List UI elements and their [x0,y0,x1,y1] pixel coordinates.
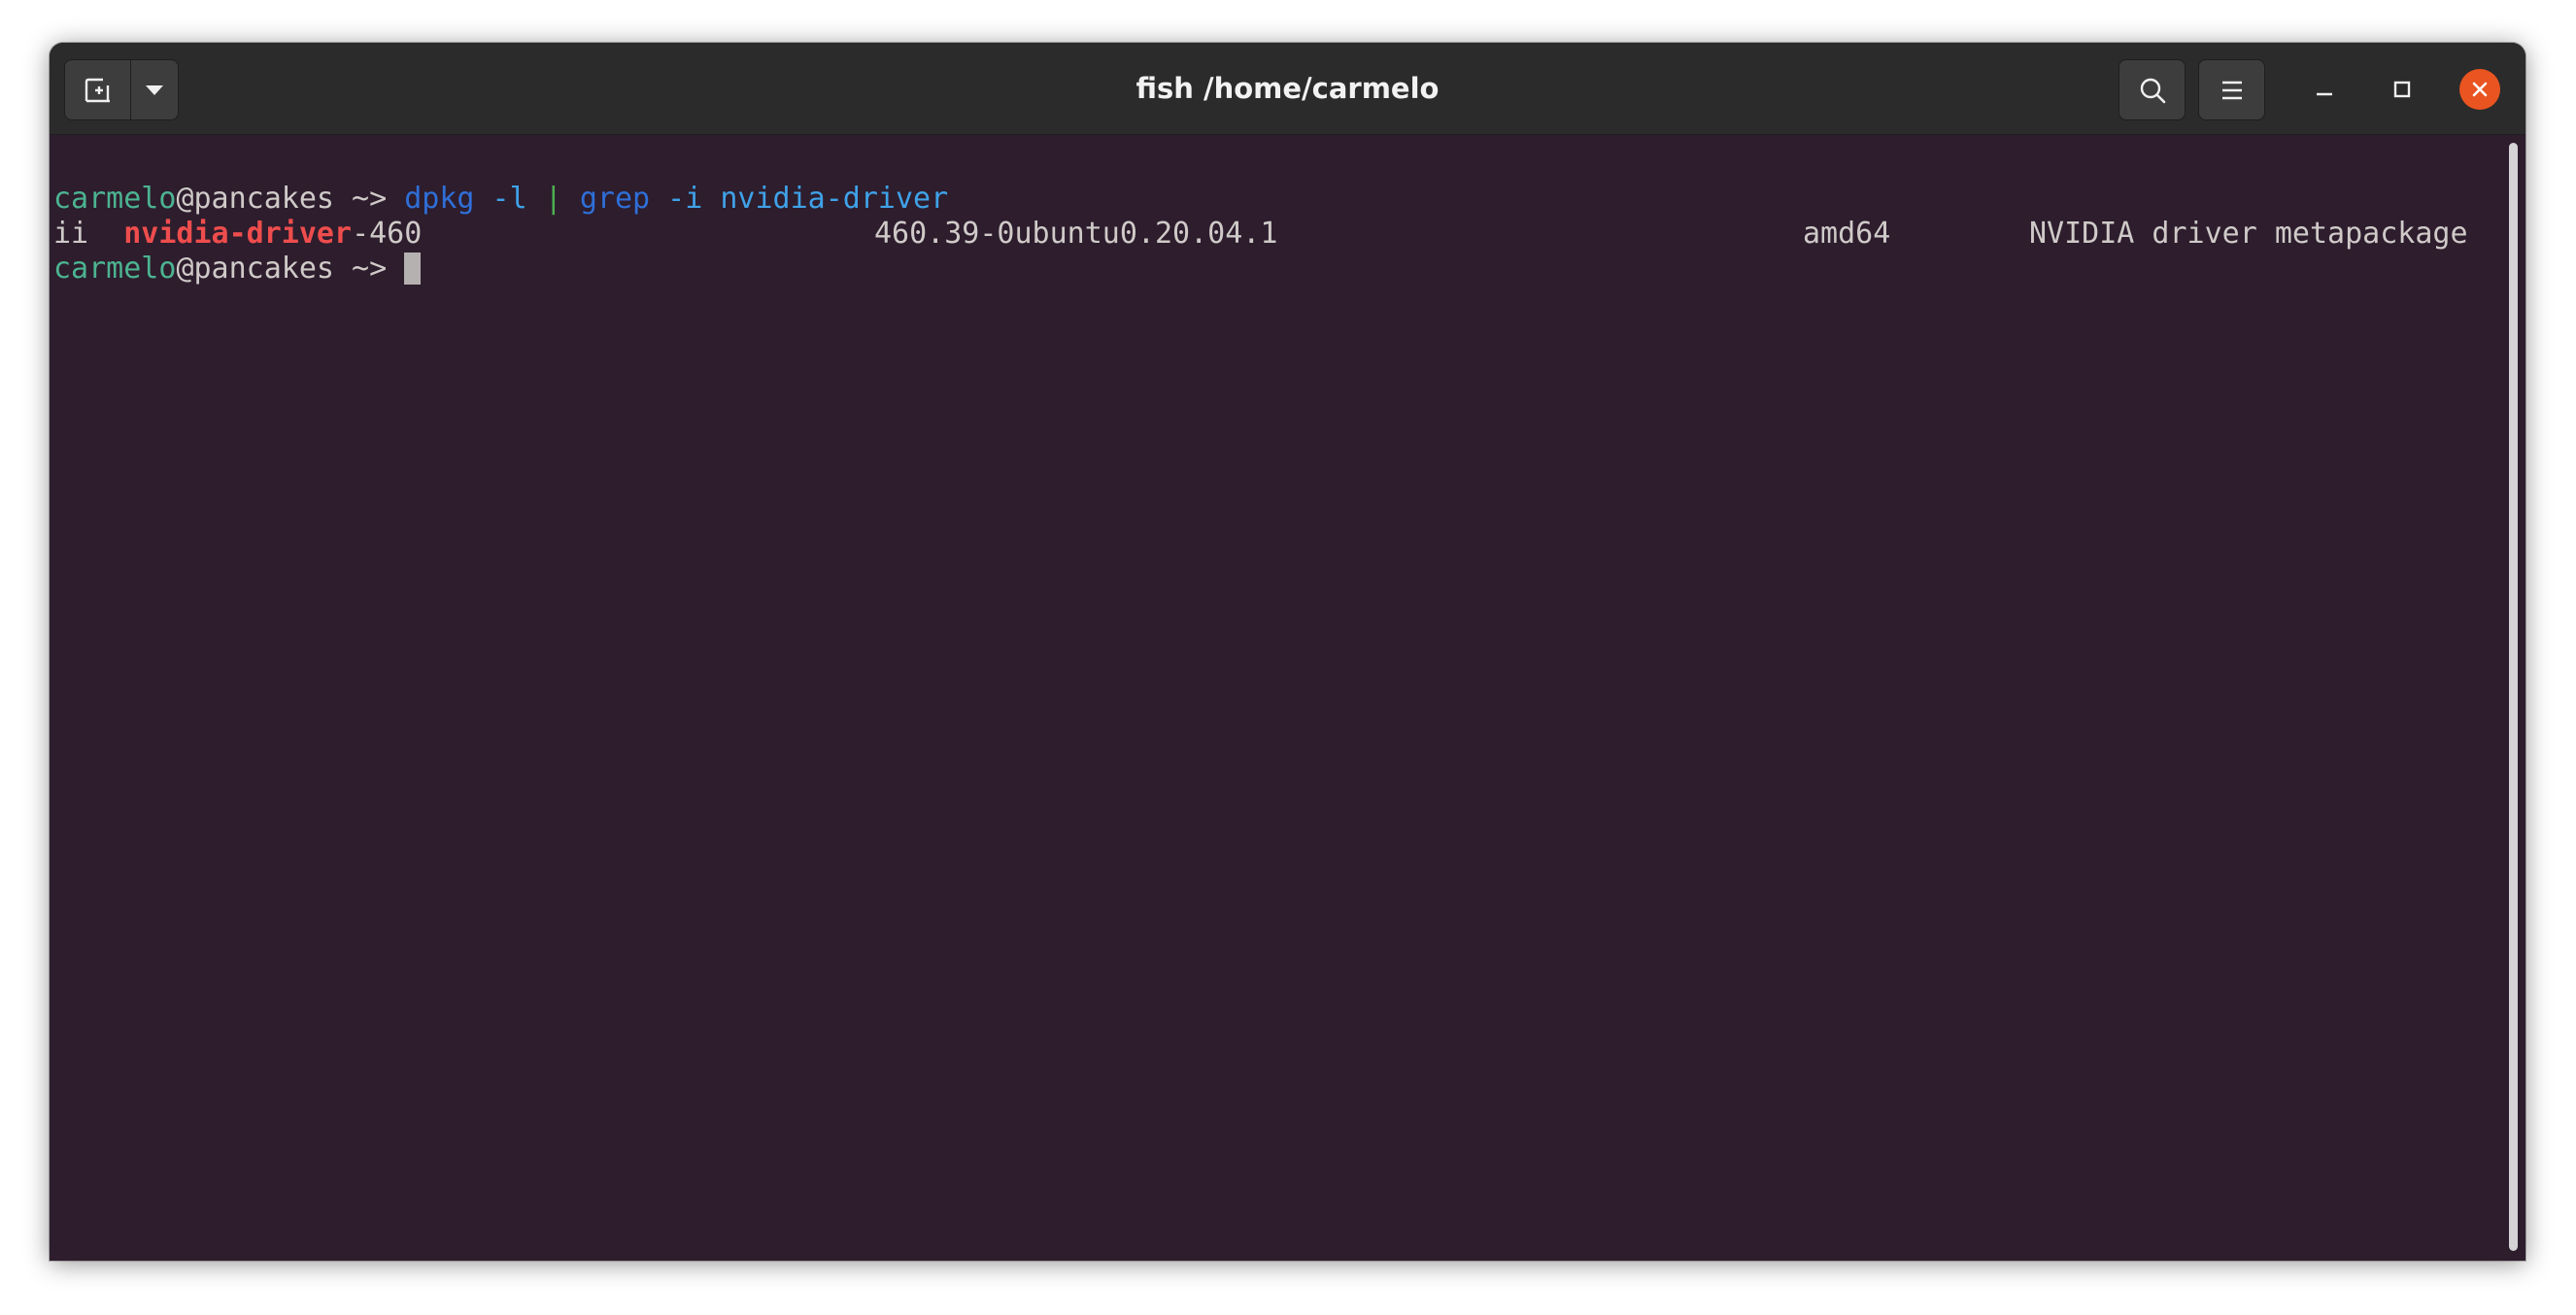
prompt-host: pancakes [193,182,335,216]
command-dpkg: dpkg [404,182,475,216]
text-cursor [404,253,422,285]
prompt-user: carmelo [53,182,177,216]
terminal-output[interactable]: carmelo@pancakes ~> dpkg -l | grep -i nv… [50,135,2525,1261]
pipe-symbol: | [544,182,562,216]
prompt-line: carmelo@pancakes ~> [53,252,422,287]
grep-match: nvidia-driver [123,217,353,251]
command-arg-l: -l [474,182,545,216]
new-tab-button[interactable] [64,59,131,120]
command-grep: grep [561,182,651,216]
scrollbar[interactable] [2509,143,2518,1251]
close-button[interactable] [2459,69,2500,110]
package-description: NVIDIA driver metapackage [2029,217,2468,251]
maximize-icon [2393,81,2411,98]
output-line: ii nvidia-driver-460 460.39-0ubuntu0.20.0… [53,217,2468,252]
menu-button[interactable] [2198,59,2265,120]
prompt-symbol: ~> [334,182,405,216]
hamburger-menu-icon [2221,81,2242,99]
prompt-symbol: ~> [334,252,405,286]
minimize-icon [2317,92,2332,96]
close-icon [2472,82,2488,97]
command-arg-pattern: -i nvidia-driver [650,182,949,216]
package-arch: amd64 [1803,217,1891,251]
chevron-down-icon [146,84,163,95]
prompt-at: @ [176,252,194,286]
search-button[interactable] [2118,59,2186,120]
minimize-button[interactable] [2304,69,2345,110]
search-icon [2140,78,2165,103]
package-status: ii [53,217,124,251]
terminal-window: fish /home/carmelo carmelo@pancakes ~> d… [50,43,2525,1261]
command-line: carmelo@pancakes ~> dpkg -l | grep -i nv… [53,182,948,217]
package-version: 460.39-0ubuntu0.20.04.1 [874,217,1278,251]
prompt-at: @ [176,182,194,216]
prompt-user: carmelo [53,252,177,286]
new-tab-icon [85,78,110,102]
package-name-rest: -460 [352,217,423,251]
prompt-host: pancakes [193,252,335,286]
maximize-button[interactable] [2382,69,2423,110]
new-tab-menu-button[interactable] [130,59,179,120]
header-bar: fish /home/carmelo [50,43,2525,135]
